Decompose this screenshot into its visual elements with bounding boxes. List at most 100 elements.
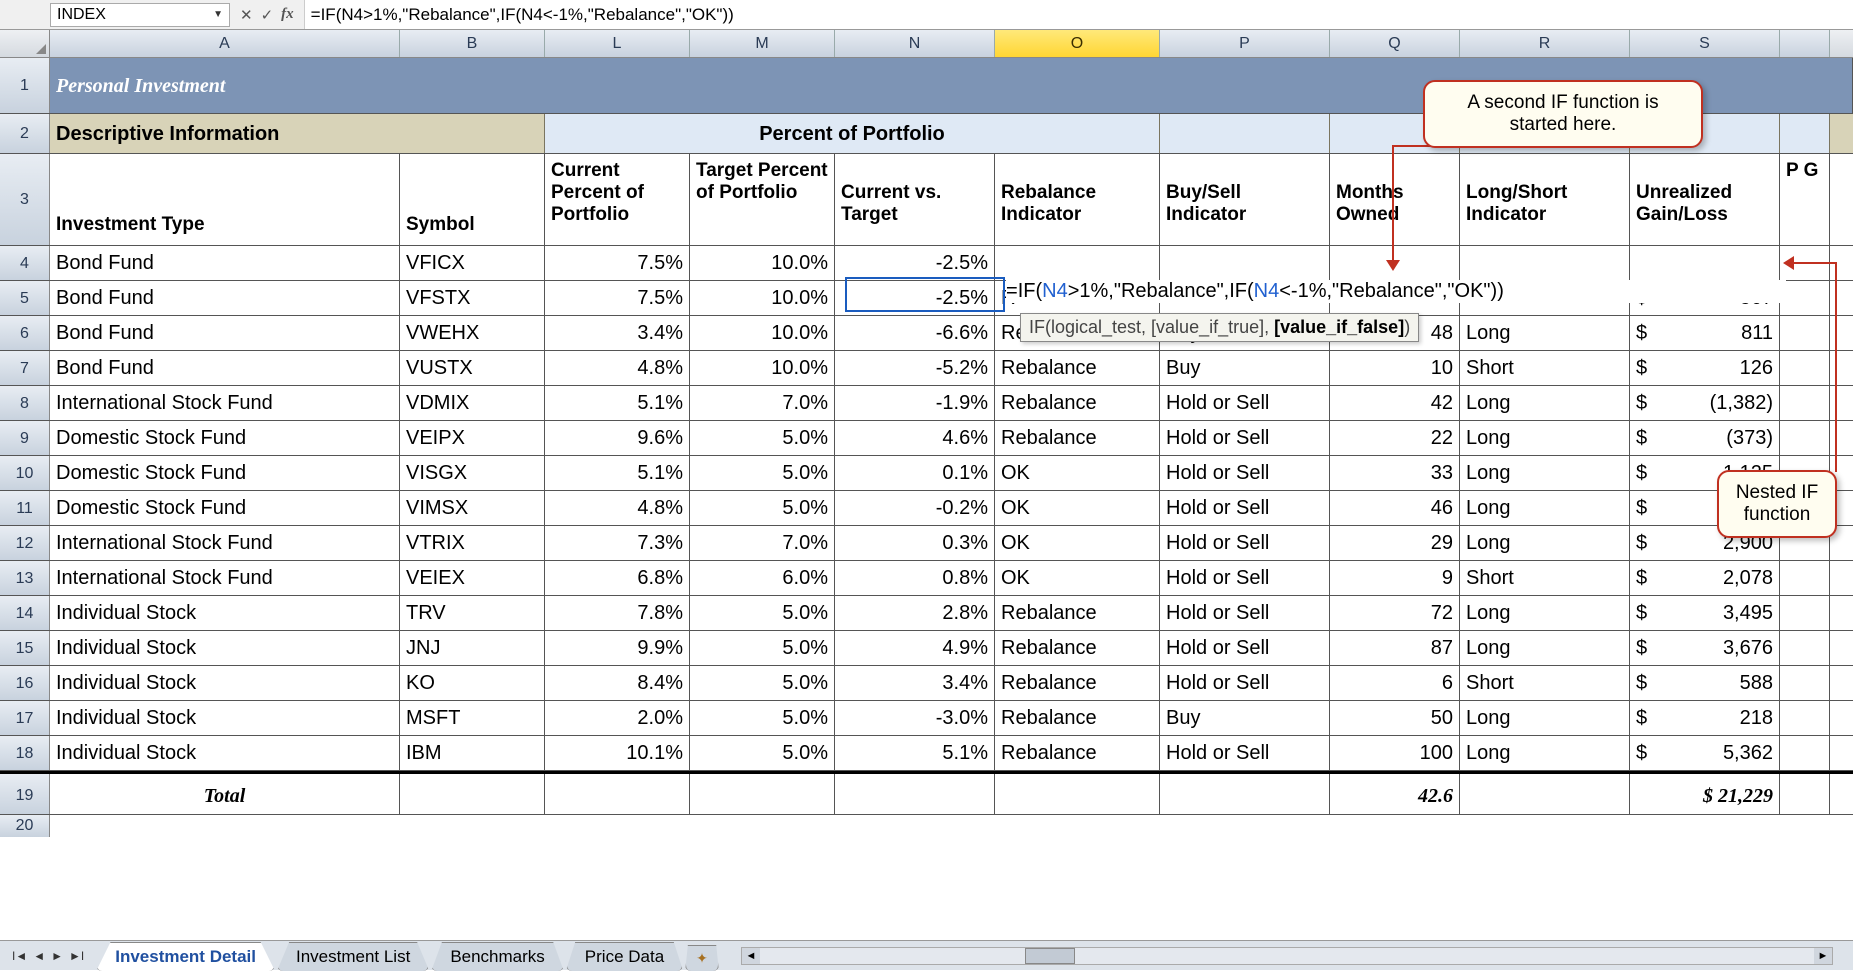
cell-A5[interactable]: Bond Fund [50,281,400,315]
cell-L4[interactable]: 7.5% [545,246,690,280]
cell-L15[interactable]: 9.9% [545,631,690,665]
row-header-16[interactable]: 16 [0,666,50,700]
cell-N18[interactable]: 5.1% [835,736,995,770]
cell-S9[interactable]: $(373) [1630,421,1780,455]
cell-S6[interactable]: $811 [1630,316,1780,350]
cell-N11[interactable]: -0.2% [835,491,995,525]
cell-Q9[interactable]: 22 [1330,421,1460,455]
cell-M13[interactable]: 6.0% [690,561,835,595]
cell-O14[interactable]: Rebalance [995,596,1160,630]
scroll-thumb[interactable] [1025,948,1075,964]
cell-A13[interactable]: International Stock Fund [50,561,400,595]
sheet-tab-investment-detail[interactable]: Investment Detail [96,942,275,971]
col-header-Q[interactable]: Q [1330,30,1460,57]
cell-A7[interactable]: Bond Fund [50,351,400,385]
cell-T9[interactable] [1780,421,1830,455]
cell-S17[interactable]: $218 [1630,701,1780,735]
cell-T17[interactable] [1780,701,1830,735]
tab-next-icon[interactable]: ► [49,947,65,965]
row-header-11[interactable]: 11 [0,491,50,525]
cell-S18[interactable]: $5,362 [1630,736,1780,770]
cell-L7[interactable]: 4.8% [545,351,690,385]
row-header-10[interactable]: 10 [0,456,50,490]
cell-P18[interactable]: Hold or Sell [1160,736,1330,770]
cell-T13[interactable] [1780,561,1830,595]
row-header-14[interactable]: 14 [0,596,50,630]
cell-Q17[interactable]: 50 [1330,701,1460,735]
cell-B13[interactable]: VEIEX [400,561,545,595]
fx-icon[interactable]: fx [281,6,294,24]
scroll-left-icon[interactable]: ◄ [742,948,760,964]
cell-R7[interactable]: Short [1460,351,1630,385]
tab-first-icon[interactable]: I◄ [10,947,29,965]
cell-P10[interactable]: Hold or Sell [1160,456,1330,490]
cell-R10[interactable]: Long [1460,456,1630,490]
cell-M18[interactable]: 5.0% [690,736,835,770]
cancel-icon[interactable]: ✕ [240,6,253,24]
cell-R6[interactable]: Long [1460,316,1630,350]
cell-S8[interactable]: $(1,382) [1630,386,1780,420]
col-header-T[interactable] [1780,30,1830,57]
col-header-P[interactable]: P [1160,30,1330,57]
cell-R9[interactable]: Long [1460,421,1630,455]
cell-M5[interactable]: 10.0% [690,281,835,315]
cell-L5[interactable]: 7.5% [545,281,690,315]
cell-M11[interactable]: 5.0% [690,491,835,525]
cell-A16[interactable]: Individual Stock [50,666,400,700]
name-box[interactable]: INDEX ▼ [50,3,230,27]
cell-M12[interactable]: 7.0% [690,526,835,560]
cell-B6[interactable]: VWEHX [400,316,545,350]
cell-S16[interactable]: $588 [1630,666,1780,700]
col-header-B[interactable]: B [400,30,545,57]
cell-N4[interactable]: -2.5% [835,246,995,280]
cell-B15[interactable]: JNJ [400,631,545,665]
cell-A4[interactable]: Bond Fund [50,246,400,280]
cell-L11[interactable]: 4.8% [545,491,690,525]
cell-P4[interactable] [1160,246,1330,280]
cell-A18[interactable]: Individual Stock [50,736,400,770]
cell-S7[interactable]: $126 [1630,351,1780,385]
tab-prev-icon[interactable]: ◄ [31,947,47,965]
col-header-L[interactable]: L [545,30,690,57]
cell-O13[interactable]: OK [995,561,1160,595]
cell-B18[interactable]: IBM [400,736,545,770]
cell-N6[interactable]: -6.6% [835,316,995,350]
cell-P17[interactable]: Buy [1160,701,1330,735]
col-header-S[interactable]: S [1630,30,1780,57]
cell-Q11[interactable]: 46 [1330,491,1460,525]
col-header-M[interactable]: M [690,30,835,57]
cell-B14[interactable]: TRV [400,596,545,630]
cell-O15[interactable]: Rebalance [995,631,1160,665]
sheet-tab-investment-list[interactable]: Investment List [277,942,429,971]
cell-Q14[interactable]: 72 [1330,596,1460,630]
row-header-9[interactable]: 9 [0,421,50,455]
cell-A10[interactable]: Domestic Stock Fund [50,456,400,490]
row-header-5[interactable]: 5 [0,281,50,315]
cell-Q7[interactable]: 10 [1330,351,1460,385]
cell-N13[interactable]: 0.8% [835,561,995,595]
cell-Q12[interactable]: 29 [1330,526,1460,560]
cell-B8[interactable]: VDMIX [400,386,545,420]
cell-R4[interactable] [1460,246,1630,280]
cell-S4[interactable] [1630,246,1780,280]
cell-N14[interactable]: 2.8% [835,596,995,630]
cell-A12[interactable]: International Stock Fund [50,526,400,560]
cell-Q18[interactable]: 100 [1330,736,1460,770]
cell-B5[interactable]: VFSTX [400,281,545,315]
row-header-6[interactable]: 6 [0,316,50,350]
cell-Q16[interactable]: 6 [1330,666,1460,700]
cell-L6[interactable]: 3.4% [545,316,690,350]
cell-S14[interactable]: $3,495 [1630,596,1780,630]
enter-icon[interactable]: ✓ [261,6,274,24]
cell-M14[interactable]: 5.0% [690,596,835,630]
cell-R8[interactable]: Long [1460,386,1630,420]
cell-T15[interactable] [1780,631,1830,665]
cell-O11[interactable]: OK [995,491,1160,525]
cell-A8[interactable]: International Stock Fund [50,386,400,420]
cell-B16[interactable]: KO [400,666,545,700]
formula-input[interactable] [304,0,1853,29]
cell-N15[interactable]: 4.9% [835,631,995,665]
cell-O7[interactable]: Rebalance [995,351,1160,385]
cell-R11[interactable]: Long [1460,491,1630,525]
cell-Q10[interactable]: 33 [1330,456,1460,490]
